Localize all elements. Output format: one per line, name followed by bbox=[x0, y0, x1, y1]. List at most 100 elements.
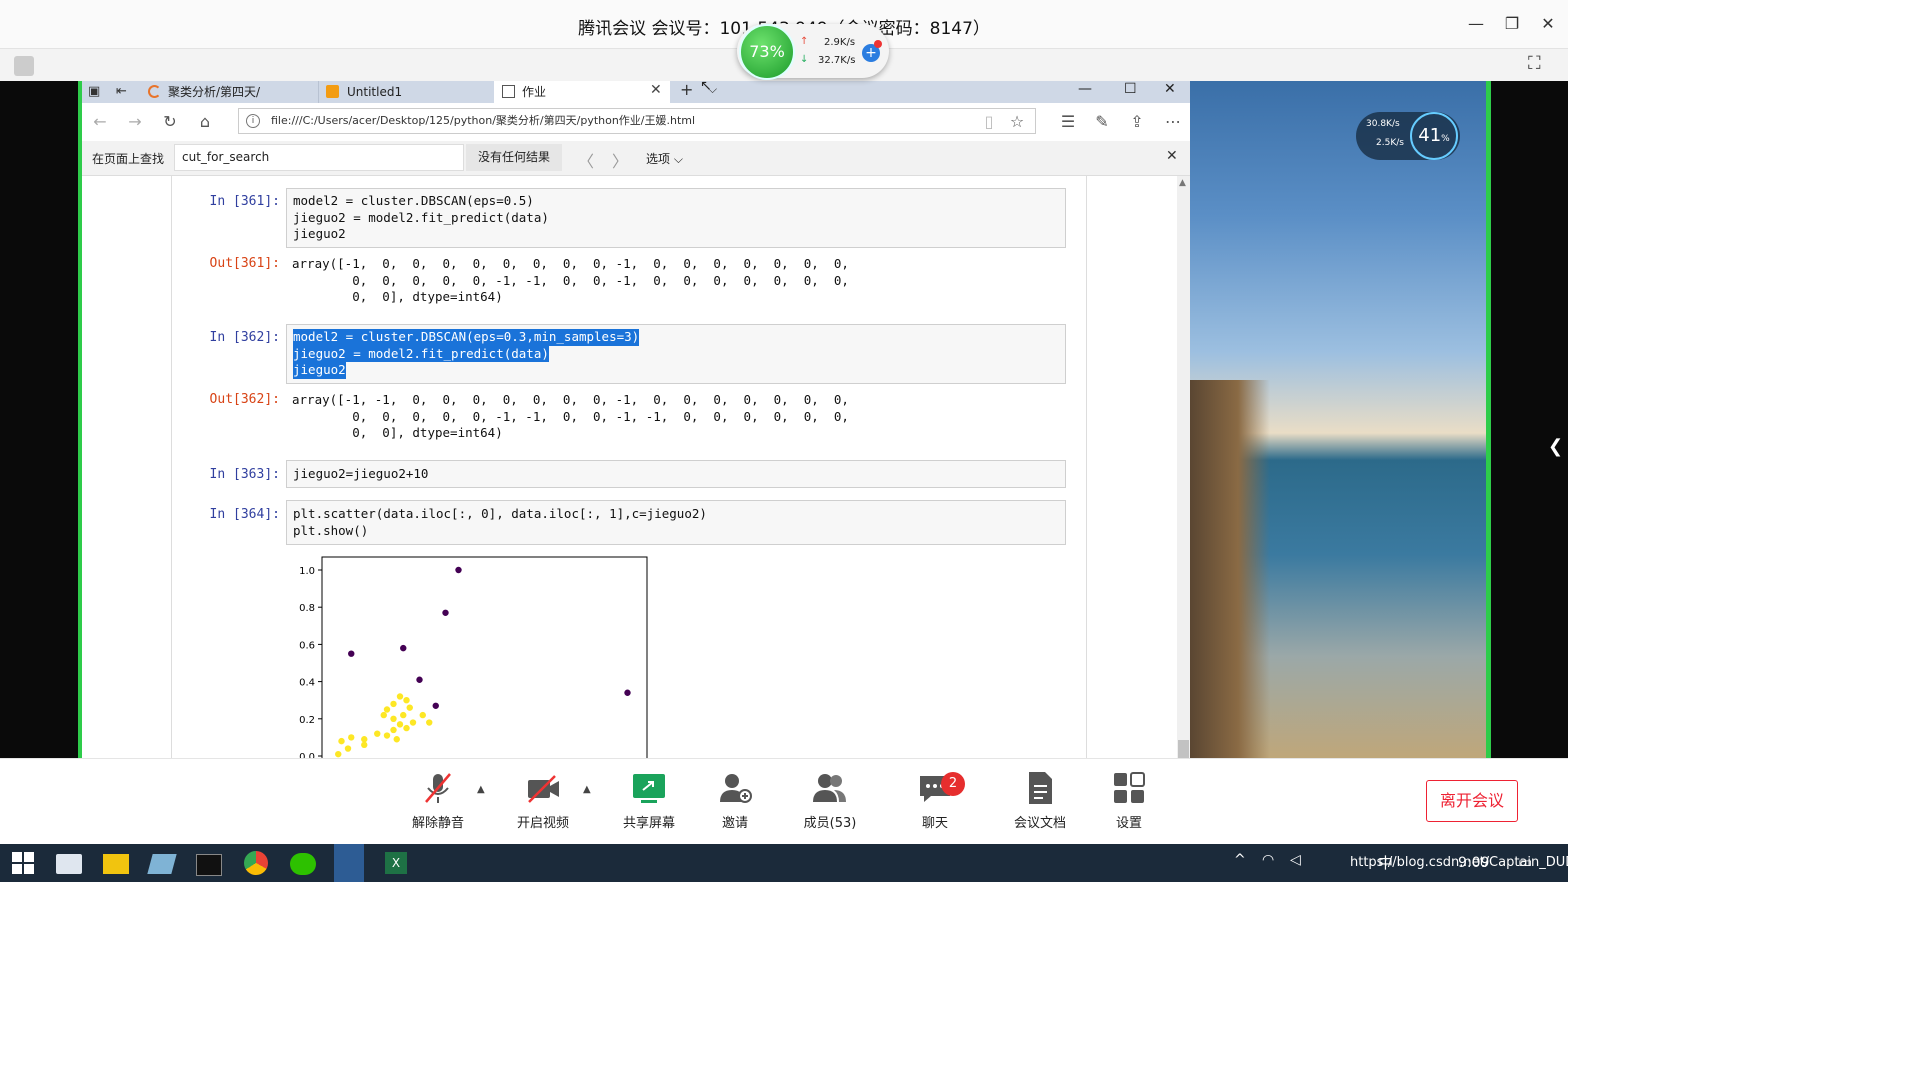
tab-homework[interactable]: 作业 bbox=[494, 81, 670, 103]
volume-icon[interactable]: ◁ bbox=[1290, 852, 1301, 868]
share-screen-button[interactable]: 共享屏幕 bbox=[609, 770, 689, 831]
more-icon[interactable]: ⋯ bbox=[1162, 112, 1184, 132]
cluster-point bbox=[383, 706, 391, 713]
tab-list-icon[interactable]: ▣ bbox=[88, 84, 104, 100]
cluster-point bbox=[393, 736, 400, 743]
tray-expand-icon[interactable]: ^ bbox=[1234, 852, 1246, 868]
scrollbar-thumb[interactable] bbox=[1178, 740, 1189, 758]
ime-indicator[interactable]: 中 bbox=[1378, 852, 1393, 873]
fullscreen-icon[interactable]: ⛶ bbox=[1528, 54, 1548, 74]
code-line: jieguo2=jieguo2+10 bbox=[293, 466, 429, 481]
leave-meeting-button[interactable]: 离开会议 bbox=[1426, 780, 1518, 822]
upload-speed: 2.9K/s bbox=[824, 37, 856, 48]
find-options-label: 选项 bbox=[646, 152, 671, 166]
noise-point bbox=[624, 689, 631, 696]
tab-label: 作业 bbox=[522, 85, 547, 99]
cluster-point bbox=[374, 730, 381, 737]
find-options-button[interactable]: 选项 ⌵ bbox=[646, 150, 683, 167]
meeting-docs-button[interactable]: 会议文档 bbox=[1000, 770, 1080, 831]
new-tab-icon[interactable]: + bbox=[680, 80, 693, 99]
reading-view-icon[interactable]: ▯ bbox=[978, 112, 1000, 132]
find-close-icon[interactable]: ✕ bbox=[1166, 148, 1178, 164]
jupyter-icon bbox=[326, 85, 339, 98]
page-icon bbox=[502, 85, 515, 98]
pen-icon[interactable]: ✎ bbox=[1091, 112, 1113, 132]
tab-untitled1[interactable]: Untitled1 bbox=[318, 81, 494, 103]
refresh-icon[interactable]: ↻ bbox=[159, 112, 181, 132]
browser-minimize-button[interactable]: — bbox=[1078, 81, 1092, 97]
cluster-point bbox=[400, 711, 407, 719]
shared-screen-border-left bbox=[0, 81, 78, 758]
audio-options-icon[interactable]: ▲ bbox=[477, 784, 485, 795]
close-button[interactable]: ✕ bbox=[1536, 12, 1560, 36]
browser-maximize-button[interactable]: ☐ bbox=[1124, 81, 1137, 97]
find-previous-icon[interactable]: 〈 bbox=[578, 148, 594, 172]
settings-icon bbox=[1114, 772, 1145, 803]
code-line: plt.show() bbox=[293, 522, 369, 538]
upload-arrow-icon: ↑ bbox=[800, 36, 809, 47]
cluster-point bbox=[335, 750, 342, 758]
code-line: jieguo2 bbox=[293, 226, 346, 241]
cluster-point bbox=[361, 741, 368, 749]
noise-point bbox=[432, 702, 439, 709]
url-field[interactable]: file:///C:/Users/acer/Desktop/125/python… bbox=[238, 108, 1036, 134]
start-video-button[interactable]: 开启视频 bbox=[503, 770, 583, 831]
settings-label: 设置 bbox=[1115, 816, 1142, 831]
y-tick-label: 0.4 bbox=[299, 678, 315, 689]
notification-center-icon[interactable]: ▭ bbox=[1518, 853, 1532, 871]
y-tick-label: 0.6 bbox=[299, 640, 315, 651]
unmute-button[interactable]: 解除静音 bbox=[398, 770, 478, 831]
share-screen-label: 共享屏幕 bbox=[622, 816, 675, 831]
mail-icon[interactable] bbox=[56, 854, 82, 874]
members-button[interactable]: 成员(53) bbox=[790, 770, 870, 831]
cluster-point bbox=[390, 700, 397, 708]
meeting-docs-label: 会议文档 bbox=[1013, 816, 1066, 831]
site-info-icon[interactable]: i bbox=[246, 114, 260, 128]
restore-button[interactable]: ❐ bbox=[1500, 12, 1524, 36]
notification-dot bbox=[874, 40, 882, 48]
chrome-icon[interactable] bbox=[244, 851, 268, 875]
video-options-icon[interactable]: ▲ bbox=[583, 784, 591, 795]
download-arrow-icon: ↓ bbox=[800, 54, 809, 65]
find-next-icon[interactable]: 〉 bbox=[612, 148, 628, 172]
cluster-point bbox=[390, 726, 397, 734]
invite-button[interactable]: 邀请 bbox=[695, 770, 775, 831]
shield-icon[interactable] bbox=[14, 56, 34, 76]
wechat-icon[interactable] bbox=[290, 853, 316, 875]
browser-close-button[interactable]: ✕ bbox=[1164, 81, 1176, 97]
code-line: plt.scatter(data.iloc[:, 0], data.iloc[:… bbox=[293, 506, 707, 521]
forward-icon[interactable]: → bbox=[124, 112, 146, 132]
plot-frame bbox=[321, 556, 648, 758]
excel-icon[interactable]: X bbox=[385, 852, 407, 874]
scroll-up-icon[interactable]: ▲ bbox=[1179, 178, 1186, 188]
favorite-star-icon[interactable]: ☆ bbox=[1006, 112, 1028, 132]
file-explorer-icon[interactable] bbox=[103, 854, 129, 874]
settings-button[interactable]: 设置 bbox=[1089, 770, 1169, 831]
page-scrollbar[interactable] bbox=[1177, 176, 1190, 758]
close-tab-icon[interactable]: ✕ bbox=[650, 82, 662, 98]
minimize-button[interactable]: — bbox=[1464, 12, 1488, 36]
tab-cluster-analysis[interactable]: 聚类分析/第四天/ bbox=[140, 81, 320, 103]
notebook-border-right bbox=[1086, 176, 1087, 758]
input-prompt: In [364]: bbox=[209, 507, 280, 522]
monitor-percent-unit: % bbox=[1441, 134, 1450, 144]
document-icon bbox=[1029, 772, 1052, 804]
wifi-icon[interactable]: ◠ bbox=[1262, 852, 1274, 868]
terminal-icon[interactable] bbox=[196, 854, 222, 876]
find-input[interactable]: cut_for_search bbox=[174, 144, 464, 171]
chevron-left-icon[interactable]: ❮ bbox=[1548, 436, 1563, 457]
tencent-meeting-taskbar-icon[interactable] bbox=[334, 844, 364, 882]
favorites-hub-icon[interactable]: ☰ bbox=[1057, 112, 1079, 132]
selected-code-line: jieguo2 bbox=[293, 362, 346, 379]
tab-label: Untitled1 bbox=[347, 85, 403, 99]
home-icon[interactable]: ⌂ bbox=[194, 112, 216, 132]
cluster-point bbox=[426, 719, 433, 726]
clock[interactable]: 9:09 bbox=[1458, 855, 1489, 871]
chat-label: 聊天 bbox=[921, 816, 948, 831]
back-icon[interactable]: ← bbox=[89, 112, 111, 132]
windows-start-icon[interactable] bbox=[12, 852, 34, 874]
monitor-download: 2.5K/s bbox=[1376, 138, 1404, 148]
set-aside-tabs-icon[interactable]: ⇤ bbox=[116, 84, 132, 100]
share-icon[interactable]: ⇪ bbox=[1126, 112, 1148, 132]
start-video-label: 开启视频 bbox=[516, 816, 569, 831]
